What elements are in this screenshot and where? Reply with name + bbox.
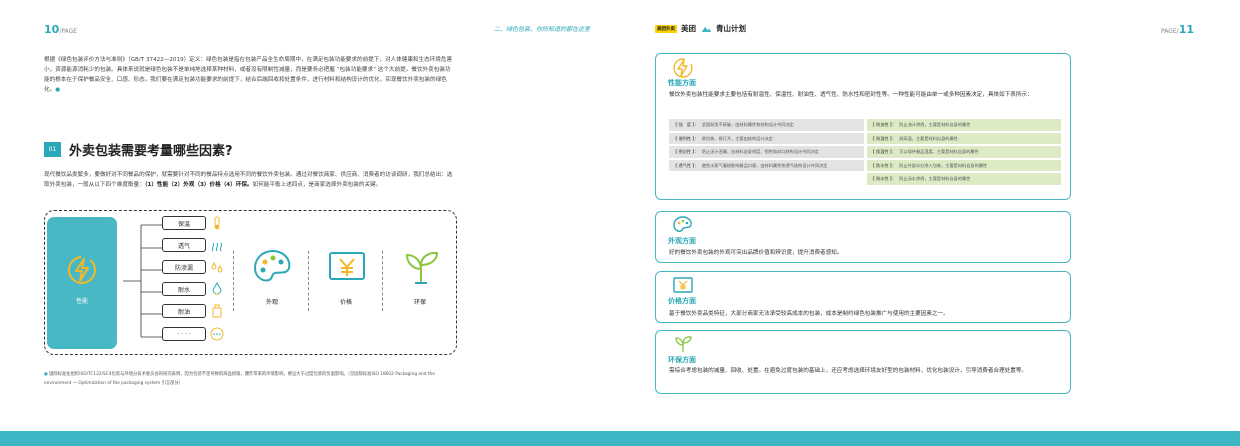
table-row: 【 便利性 】： 易包装、易打开，主要由结构设计决定 【 耐温性 】： 耐高温，主要… bbox=[669, 132, 1061, 144]
brand-header: 美团外卖 美团 青山计划 bbox=[655, 23, 746, 34]
section-body: 现代餐饮品类繁多，要做好对不同餐品的保护，就需要针对不同的餐品特点选用不同的餐饮… bbox=[44, 170, 456, 190]
prop-leakproof: 防渗漏 bbox=[162, 260, 206, 274]
table-cell: 【 防水性 】： 防止外部水分渗入包装，主要是材料自身的属性 bbox=[866, 159, 1061, 171]
page-number-value: 10 bbox=[44, 23, 60, 36]
performance-box: 性能 bbox=[47, 217, 117, 349]
card-text: 需综合考虑包装的减量、回收、处置。在避免过度包装的基础上，还应考虑选择环境友好型… bbox=[669, 368, 1028, 374]
body-bold: （1）性能（2）外观（3）价格（4）环保。 bbox=[144, 182, 253, 188]
price-card: 价格方面 基于餐饮外卖品类特征，大部分商家无法承受较高成本的包装，成本是制约绿色… bbox=[655, 271, 1071, 323]
oil-bottle-icon bbox=[212, 304, 222, 318]
footnote: ● 国际标准化组织ISO/TC122/SC4包装与环境分技术委员会的研究表明，因… bbox=[44, 370, 459, 388]
more-icon bbox=[210, 327, 224, 341]
table-cell: 【 强 度 】： 坚固耐用不易破，由材料属性和结构设计共同决定 bbox=[669, 119, 864, 131]
divider bbox=[382, 251, 384, 311]
thermometer-icon bbox=[214, 216, 220, 230]
table-row: 【 耐水性 】： 防止汤水渗透，主要是材料自身的属性 bbox=[669, 173, 1061, 185]
card-title: 外观方面 bbox=[668, 237, 696, 245]
palette-icon bbox=[673, 216, 692, 232]
section-heading: 01 外卖包装需要考量哪些因素? bbox=[44, 140, 233, 159]
table-row: 【 密封性 】： 防止汤汁洒漏，由材料自身韧度、韧性和封口结构设计共同决定 【 保… bbox=[669, 146, 1061, 158]
lightning-icon bbox=[68, 256, 96, 284]
performance-card: 性能方面 餐饮外卖包装性能要求主要包括有耐温性、保温性、耐油性、透气性、防水性和… bbox=[655, 53, 1071, 200]
sprout-icon bbox=[675, 336, 692, 352]
section-title: 外卖包装需要考量哪些因素? bbox=[69, 144, 233, 159]
price-yen-icon bbox=[673, 277, 693, 293]
palette-icon bbox=[253, 249, 291, 282]
performance-table: 【 强 度 】： 坚固耐用不易破，由材料属性和结构设计共同决定 【 耐油性 】：防… bbox=[669, 119, 1061, 187]
prop-oilproof: 耐油 bbox=[162, 304, 206, 318]
card-text: 餐饮外卖包装性能要求主要包括有耐温性、保温性、耐油性、透气性、防水性和密封性等。… bbox=[669, 92, 1033, 98]
sprout-icon bbox=[405, 251, 439, 284]
eco-label: 环保 bbox=[413, 299, 426, 306]
body-suffix: 如何能平衡上述四点，是商家选择外卖包装的关键。 bbox=[252, 182, 382, 188]
drops-icon bbox=[211, 261, 223, 273]
footnote-text: 国际标准化组织ISO/TC122/SC4包装与环境分技术委员会的研究表明，因为包… bbox=[44, 372, 435, 386]
factors-diagram: 性能 保温 透气 防渗漏 耐水 耐油 · · · · 外观 价格 环保 bbox=[44, 210, 457, 355]
performance-label: 性能 bbox=[75, 298, 88, 305]
page-label: PAGE/ bbox=[1160, 28, 1179, 35]
prop-keep-warm: 保温 bbox=[162, 216, 206, 230]
table-cell bbox=[669, 173, 864, 185]
prop-waterproof: 耐水 bbox=[162, 282, 206, 296]
brand-qingshan: 青山计划 bbox=[716, 24, 746, 33]
price-label: 价格 bbox=[339, 299, 352, 306]
page-number-value: 11 bbox=[1178, 23, 1194, 36]
table-cell: 【 便利性 】： 易包装、易打开，主要由结构设计决定 bbox=[669, 132, 864, 144]
qingshan-cloud-icon bbox=[701, 26, 712, 32]
lightning-icon bbox=[673, 58, 693, 78]
section-number: 01 bbox=[44, 142, 61, 157]
table-cell: 【 密封性 】： 防止汤汁洒漏，由材料自身韧度、韧性和封口结构设计共同决定 bbox=[669, 146, 864, 158]
meituan-logo-icon: 美团外卖 bbox=[655, 24, 677, 33]
page-label: /PAGE bbox=[59, 28, 78, 35]
divider bbox=[308, 251, 310, 311]
appearance-card: 外观方面 好的餐饮外卖包装的外观可突出品牌价值和辨识度，提升消费者感知。 bbox=[655, 211, 1071, 263]
table-cell: 【 保温性 】： 可以保持餐品温度，主要是材料自身的属性 bbox=[866, 146, 1061, 158]
intro-paragraph: 根据《绿色包装评价方法与准则》（GB/T 37422—2019）定义：绿色包装是… bbox=[44, 55, 456, 95]
table-cell: 【 耐温性 】： 耐高温，主要是材料自身的属性 bbox=[866, 132, 1061, 144]
prop-breathable: 透气 bbox=[162, 238, 206, 252]
bottom-bar bbox=[0, 431, 1240, 446]
table-row: 【 透气性 】： 避免水蒸气凝结影响餐品口感，由材料属性和透气结构设计共同决定 【… bbox=[669, 159, 1061, 171]
table-row: 【 强 度 】： 坚固耐用不易破，由材料属性和结构设计共同决定 【 耐油性 】：防… bbox=[669, 119, 1061, 131]
table-cell: 【 耐油性 】： 防止油汁渗透，主要是材料自身的属性 bbox=[866, 119, 1061, 131]
steam-icon bbox=[211, 242, 223, 252]
eco-card: 环保方面 需综合考虑包装的减量、回收、处置。在避免过度包装的基础上，还应考虑选择… bbox=[655, 330, 1071, 394]
intro-marker: ● bbox=[55, 87, 61, 93]
appearance-label: 外观 bbox=[265, 299, 278, 306]
table-cell: 【 透气性 】： 避免水蒸气凝结影响餐品口感，由材料属性和透气结构设计共同决定 bbox=[669, 159, 864, 171]
card-text: 基于餐饮外卖品类特征，大部分商家无法承受较高成本的包装，成本是制约绿色包装推广与… bbox=[669, 311, 949, 317]
footnote-marker: ● bbox=[44, 372, 48, 377]
price-yen-icon bbox=[329, 252, 365, 280]
table-cell: 【 耐水性 】： 防止汤水渗透，主要是材料自身的属性 bbox=[866, 173, 1061, 185]
card-title: 价格方面 bbox=[668, 297, 696, 305]
chapter-tagline: 二、绿色包装，你所知道的都在这里 bbox=[493, 26, 590, 33]
bracket-connector bbox=[123, 224, 162, 338]
prop-more: · · · · bbox=[162, 327, 206, 341]
divider bbox=[233, 251, 235, 311]
left-page-number: 10/PAGE bbox=[44, 23, 77, 36]
brand-meituan: 美团 bbox=[681, 24, 696, 33]
water-drop-icon bbox=[212, 282, 222, 295]
card-title: 环保方面 bbox=[668, 356, 696, 364]
card-text: 好的餐饮外卖包装的外观可突出品牌价值和辨识度，提升消费者感知。 bbox=[669, 250, 843, 256]
right-page-number: PAGE/11 bbox=[1161, 23, 1194, 36]
intro-text: 根据《绿色包装评价方法与准则》（GB/T 37422—2019）定义：绿色包装是… bbox=[44, 57, 453, 93]
card-title: 性能方面 bbox=[668, 79, 696, 87]
